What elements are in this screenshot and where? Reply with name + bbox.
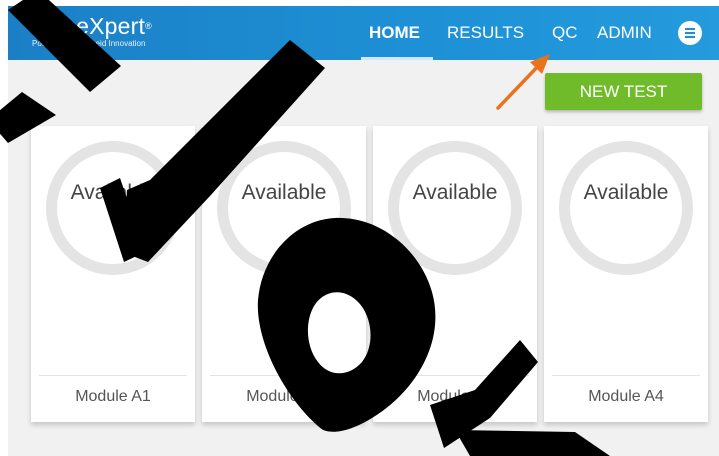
top-navigation-bar: GeneXpert® Powered by Cepheid Innovation… (8, 6, 719, 60)
nav-admin[interactable]: ADMIN (597, 6, 652, 60)
hamburger-menu-icon[interactable] (678, 21, 702, 45)
nav-active-indicator (361, 57, 433, 60)
module-status: Available (241, 181, 327, 204)
genexpert-logo: GeneXpert® Powered by Cepheid Innovation (32, 12, 152, 49)
divider (39, 375, 187, 376)
menu-line (685, 36, 695, 38)
module-name: Module A2 (246, 388, 322, 405)
module-card-a3[interactable]: Available Module A3 (373, 126, 537, 422)
module-card-a1[interactable]: Available Module A1 (31, 126, 195, 422)
module-card-a4[interactable]: Available Module A4 (544, 126, 708, 422)
divider (552, 375, 700, 376)
logo-text: GeneXpert® (32, 13, 152, 39)
module-status: Available (70, 181, 156, 204)
app-window: GeneXpert® Powered by Cepheid Innovation… (8, 6, 719, 456)
module-name: Module A4 (588, 388, 664, 405)
module-name: Module A1 (75, 388, 151, 405)
module-status: Available (583, 181, 669, 204)
menu-line (685, 28, 695, 30)
status-ring (46, 141, 180, 275)
new-test-button[interactable]: NEW TEST (545, 73, 702, 110)
module-name: Module A3 (417, 388, 493, 405)
divider (381, 375, 529, 376)
status-ring (388, 141, 522, 275)
module-card-a2[interactable]: Available Module A2 (202, 126, 366, 422)
status-ring (217, 141, 351, 275)
annotation-arrow-icon (496, 54, 550, 110)
divider (210, 375, 358, 376)
nav-home[interactable]: HOME (369, 6, 420, 60)
logo-tagline: Powered by Cepheid Innovation (32, 39, 146, 48)
module-status: Available (412, 181, 498, 204)
menu-line (685, 32, 695, 34)
status-ring (559, 141, 693, 275)
